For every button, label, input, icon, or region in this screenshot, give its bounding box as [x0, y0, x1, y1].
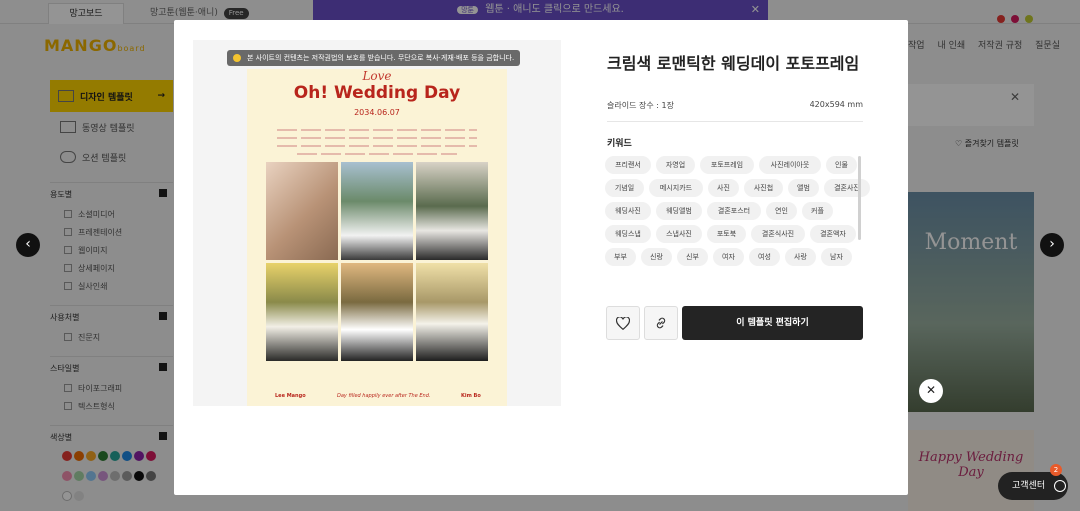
keyword-chip[interactable]: 포토프레임	[700, 156, 754, 174]
poster-footer-left: Lee Mango	[275, 393, 306, 399]
keyword-list: 프리랜서 자영업 포토프레임 사진레이아웃 인물기념일 메시지카드 사진 사진첩 앨범 결혼사진웨…	[605, 156, 870, 272]
photo	[416, 162, 488, 260]
poster-footer-right: Kim Bo	[461, 393, 481, 399]
poster-text-line	[297, 153, 457, 155]
keyword-scrollbar[interactable]	[858, 156, 861, 240]
chat-icon	[1054, 479, 1066, 492]
poster-text-line	[277, 129, 477, 131]
divider	[607, 121, 863, 122]
close-modal-button[interactable]: ✕	[919, 379, 943, 403]
keyword-chip[interactable]: 기념일	[605, 179, 644, 197]
poster-text-line	[277, 145, 477, 147]
keyword-chip[interactable]: 프리랜서	[605, 156, 651, 174]
keyword-chip[interactable]: 결혼액자	[810, 225, 856, 243]
photo	[416, 263, 488, 361]
keyword-chip[interactable]: 연인	[766, 202, 797, 220]
keywords-heading: 키워드	[607, 139, 632, 149]
next-template-button[interactable]: ›	[1040, 233, 1064, 257]
heart-icon	[616, 316, 630, 330]
keyword-chip[interactable]: 결혼식사진	[751, 225, 805, 243]
like-button[interactable]	[606, 306, 640, 340]
prev-template-button[interactable]: ‹	[16, 233, 40, 257]
keyword-chip[interactable]: 사진레이아웃	[759, 156, 821, 174]
keyword-chip[interactable]: 신부	[677, 248, 708, 266]
keyword-chip[interactable]: 결혼포스터	[707, 202, 761, 220]
keyword-chip[interactable]: 스냅사진	[656, 225, 702, 243]
keyword-chip[interactable]: 커플	[802, 202, 833, 220]
photo	[266, 162, 338, 260]
copyright-notice-text: 본 사이트의 컨텐츠는 저작권법의 보호를 받습니다. 무단으로 복사·게재·배…	[247, 54, 515, 62]
poster-text-line	[277, 137, 477, 139]
keyword-chip[interactable]: 남자	[821, 248, 852, 266]
keyword-chip[interactable]: 부부	[605, 248, 636, 266]
template-title: 크림색 로맨틱한 웨딩데이 포토프레임	[607, 54, 860, 73]
customer-center-label: 고객센터	[1012, 481, 1046, 491]
template-preview: Love Oh! Wedding Day 2034.06.07 Lee Mang…	[193, 40, 561, 406]
keyword-chip[interactable]: 사진	[708, 179, 739, 197]
template-detail-modal: Love Oh! Wedding Day 2034.06.07 Lee Mang…	[174, 20, 943, 495]
poster-preview: Love Oh! Wedding Day 2034.06.07 Lee Mang…	[247, 69, 507, 406]
keyword-chip[interactable]: 신랑	[641, 248, 672, 266]
keyword-chip[interactable]: 앨범	[788, 179, 819, 197]
poster-script: Love	[362, 69, 392, 83]
template-size: 420x594 mm	[809, 100, 863, 109]
slide-count: 슬라이드 장수 : 1장	[607, 101, 674, 110]
copy-link-button[interactable]	[644, 306, 678, 340]
keyword-chip[interactable]: 여자	[713, 248, 744, 266]
keyword-chip[interactable]: 메시지카드	[649, 179, 703, 197]
photo	[341, 263, 413, 361]
keyword-chip[interactable]: 포토북	[707, 225, 746, 243]
copyright-notice: 본 사이트의 컨텐츠는 저작권법의 보호를 받습니다. 무단으로 복사·게재·배…	[227, 50, 521, 66]
keyword-chip[interactable]: 사랑	[785, 248, 816, 266]
close-icon: ✕	[925, 383, 937, 397]
info-icon	[233, 54, 241, 62]
keyword-chip[interactable]: 웨딩스냅	[605, 225, 651, 243]
keyword-chip[interactable]: 사진첩	[744, 179, 783, 197]
photo	[266, 263, 338, 361]
keyword-chip[interactable]: 웨딩앨범	[656, 202, 702, 220]
keyword-chip[interactable]: 여성	[749, 248, 780, 266]
notification-badge: 2	[1050, 464, 1062, 476]
keyword-chip[interactable]: 자영업	[656, 156, 695, 174]
poster-title: Oh! Wedding Day	[293, 83, 461, 103]
poster-footer-center: Day filled happily ever after The End.	[337, 393, 431, 399]
keyword-chip[interactable]: 인물	[826, 156, 857, 174]
link-icon	[656, 317, 666, 329]
poster-date: 2034.06.07	[354, 108, 400, 117]
keyword-chip[interactable]: 결혼사진	[824, 179, 870, 197]
edit-template-button[interactable]: 이 템플릿 편집하기	[682, 306, 863, 340]
keyword-chip[interactable]: 웨딩사진	[605, 202, 651, 220]
customer-center-button[interactable]: 고객센터	[998, 472, 1068, 500]
photo	[341, 162, 413, 260]
